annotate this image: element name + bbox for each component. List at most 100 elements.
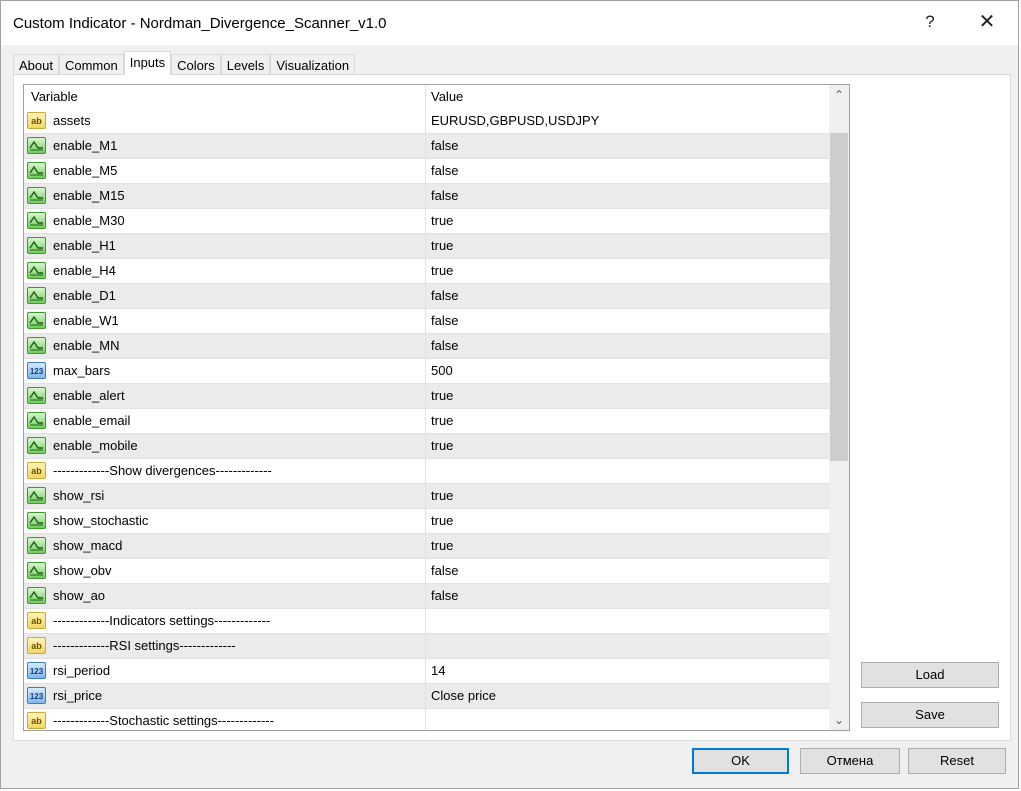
tab-visualization[interactable]: Visualization (270, 54, 356, 75)
grid-row[interactable]: enable_H1 true (24, 234, 829, 259)
variable-name: -------------RSI settings------------- (53, 638, 236, 653)
grid-row[interactable]: enable_mobile true (24, 434, 829, 459)
grid-row[interactable]: enable_H4 true (24, 259, 829, 284)
variable-value[interactable]: false (431, 184, 458, 208)
grid-row[interactable]: show_ao false (24, 584, 829, 609)
variable-value[interactable]: true (431, 384, 453, 408)
grid-row[interactable]: enable_D1 false (24, 284, 829, 309)
grid-row[interactable]: ab -------------RSI settings------------- (24, 634, 829, 659)
variable-value[interactable]: false (431, 309, 458, 333)
reset-button[interactable]: Reset (908, 748, 1006, 774)
tab-levels[interactable]: Levels (220, 54, 271, 75)
variable-value[interactable]: true (431, 484, 453, 508)
variable-name: enable_H1 (53, 238, 116, 253)
load-button[interactable]: Load (861, 662, 999, 688)
cell-divider (425, 559, 426, 583)
grid-row[interactable]: enable_M30 true (24, 209, 829, 234)
save-button[interactable]: Save (861, 702, 999, 728)
grid-row[interactable]: show_rsi true (24, 484, 829, 509)
grid-row[interactable]: 123 rsi_period 14 (24, 659, 829, 684)
grid-row[interactable]: show_macd true (24, 534, 829, 559)
variable-value[interactable]: 14 (431, 659, 445, 683)
variable-value[interactable]: 500 (431, 359, 453, 383)
cancel-button[interactable]: Отмена (800, 748, 900, 774)
scroll-up-arrow-icon[interactable]: ⌃ (829, 85, 849, 105)
tab-inputs[interactable]: Inputs (123, 51, 172, 75)
grid-row[interactable]: enable_M15 false (24, 184, 829, 209)
grid-row[interactable]: enable_email true (24, 409, 829, 434)
grid-row[interactable]: ab assets EURUSD,GBPUSD,USDJPY (24, 109, 829, 134)
cell-divider (425, 659, 426, 683)
grid-rows: ab assets EURUSD,GBPUSD,USDJPY enable_M1 fal… (24, 109, 829, 730)
variable-value[interactable]: false (431, 159, 458, 183)
ok-button[interactable]: OK (692, 748, 789, 774)
cell-divider (425, 509, 426, 533)
variable-name: show_stochastic (53, 513, 149, 528)
variable-value[interactable]: false (431, 584, 458, 608)
column-header-variable[interactable]: Variable (31, 85, 78, 109)
variable-value[interactable]: true (431, 534, 453, 558)
cell-divider (425, 484, 426, 508)
grid-row[interactable]: enable_M1 false (24, 134, 829, 159)
cell-divider (425, 534, 426, 558)
variable-value[interactable]: false (431, 334, 458, 358)
tab-colors[interactable]: Colors (171, 54, 221, 75)
variable-value[interactable]: true (431, 209, 453, 233)
scroll-thumb[interactable] (830, 133, 848, 461)
variable-name: enable_M5 (53, 163, 118, 178)
bool-type-icon (27, 562, 46, 579)
cell-divider (425, 284, 426, 308)
variable-name: enable_M1 (53, 138, 118, 153)
variable-value[interactable]: true (431, 409, 453, 433)
variable-value[interactable]: true (431, 234, 453, 258)
variable-name: max_bars (53, 363, 111, 378)
variable-value[interactable]: Close price (431, 684, 496, 708)
variable-name: enable_D1 (53, 288, 116, 303)
help-button[interactable]: ? (910, 7, 950, 37)
variable-value[interactable]: false (431, 284, 458, 308)
tab-common[interactable]: Common (58, 54, 124, 75)
variable-name: assets (53, 113, 91, 128)
bool-type-icon (27, 537, 46, 554)
cell-divider (425, 184, 426, 208)
variable-name: show_obv (53, 563, 112, 578)
scroll-down-arrow-icon[interactable]: ⌄ (829, 710, 849, 730)
variable-value[interactable]: false (431, 559, 458, 583)
variable-value[interactable]: true (431, 259, 453, 283)
cell-divider (425, 359, 426, 383)
grid-row[interactable]: enable_W1 false (24, 309, 829, 334)
tab-about[interactable]: About (13, 54, 59, 75)
vertical-scrollbar[interactable]: ⌃ ⌄ (829, 85, 849, 730)
grid-row[interactable]: show_stochastic true (24, 509, 829, 534)
grid-row[interactable]: enable_MN false (24, 334, 829, 359)
grid-header: Variable Value (24, 85, 829, 109)
variable-name: show_ao (53, 588, 106, 603)
variable-value[interactable]: EURUSD,GBPUSD,USDJPY (431, 109, 599, 133)
grid-row[interactable]: enable_M5 false (24, 159, 829, 184)
variable-name: enable_W1 (53, 313, 119, 328)
grid-row[interactable]: ab -------------Indicators settings------… (24, 609, 829, 634)
grid-row[interactable]: 123 max_bars 500 (24, 359, 829, 384)
variable-value[interactable]: true (431, 509, 453, 533)
column-header-value[interactable]: Value (431, 85, 463, 109)
string-type-icon: ab (27, 462, 46, 479)
cell-divider (425, 684, 426, 708)
variable-value[interactable]: false (431, 134, 458, 158)
grid-row[interactable]: 123 rsi_price Close price (24, 684, 829, 709)
column-divider[interactable] (425, 85, 426, 109)
cell-divider (425, 109, 426, 133)
grid-row[interactable]: ab -------------Show divergences---------… (24, 459, 829, 484)
grid-row[interactable]: ab -------------Stochastic settings------… (24, 709, 829, 730)
cell-divider (425, 209, 426, 233)
number-type-icon: 123 (27, 362, 46, 379)
cell-divider (425, 459, 426, 483)
variable-value[interactable]: true (431, 434, 453, 458)
bool-type-icon (27, 237, 46, 254)
grid-row[interactable]: enable_alert true (24, 384, 829, 409)
grid-row[interactable]: show_obv false (24, 559, 829, 584)
bool-type-icon (27, 287, 46, 304)
bool-type-icon (27, 412, 46, 429)
close-button[interactable]: ✕ (967, 7, 1007, 37)
bool-type-icon (27, 162, 46, 179)
string-type-icon: ab (27, 612, 46, 629)
